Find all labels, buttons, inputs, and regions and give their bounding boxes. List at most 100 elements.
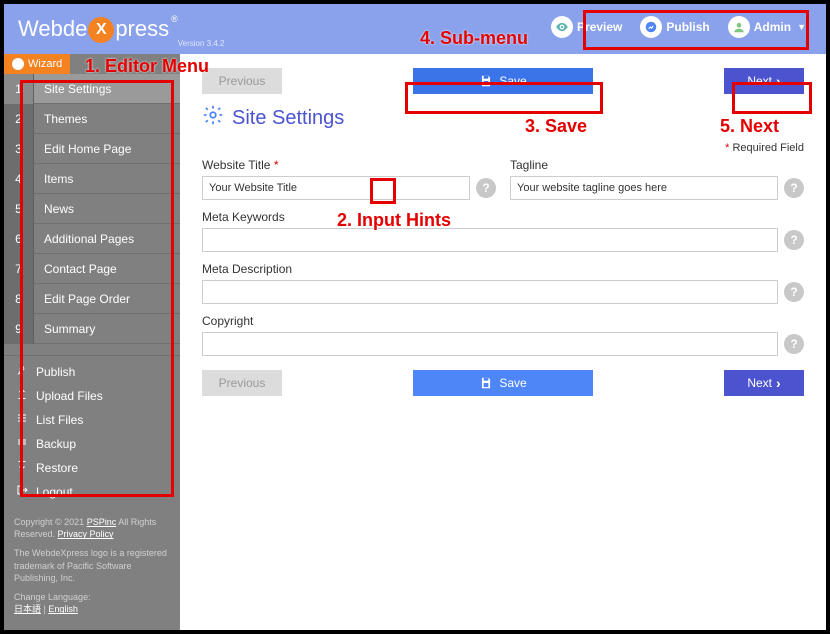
app-logo: Webde X press ® Version 3.4.2 bbox=[18, 16, 224, 42]
action-label: List Files bbox=[36, 413, 83, 427]
top-right-menu: Preview Publish Admin ▼ bbox=[545, 12, 812, 42]
step-label: Edit Home Page bbox=[34, 142, 131, 156]
step-number: 8 bbox=[4, 284, 34, 314]
step-label: Contact Page bbox=[34, 262, 117, 276]
list-icon bbox=[16, 412, 28, 427]
step-number: 1 bbox=[4, 74, 34, 104]
step-label: Site Settings bbox=[34, 82, 111, 96]
meta-keywords-input[interactable] bbox=[202, 228, 778, 252]
action-backup[interactable]: Backup bbox=[4, 432, 180, 456]
hint-icon[interactable]: ? bbox=[476, 178, 496, 198]
sidebar-item-edit-home-page[interactable]: 3Edit Home Page bbox=[4, 134, 180, 164]
meta-description-field: Meta Description ? bbox=[202, 262, 804, 304]
action-label: Restore bbox=[36, 461, 78, 475]
action-label: Backup bbox=[36, 437, 76, 451]
step-number: 9 bbox=[4, 314, 34, 344]
hint-icon[interactable]: ? bbox=[784, 334, 804, 354]
logo-text-right: press bbox=[115, 16, 169, 42]
step-label: Additional Pages bbox=[34, 232, 134, 246]
trademark-text: The WebdeXpress logo is a registered tra… bbox=[14, 547, 170, 585]
sidebar-item-themes[interactable]: 2Themes bbox=[4, 104, 180, 134]
page-title: Site Settings bbox=[232, 107, 344, 130]
save-button-top[interactable]: Save bbox=[413, 68, 593, 94]
step-label: Summary bbox=[34, 322, 95, 336]
logo-x-icon: X bbox=[88, 17, 114, 43]
sidebar-item-news[interactable]: 5News bbox=[4, 194, 180, 224]
main-area: Wizard 1Site Settings2Themes3Edit Home P… bbox=[4, 54, 826, 630]
restore-icon bbox=[16, 460, 28, 475]
step-number: 3 bbox=[4, 134, 34, 164]
wizard-steps: 1Site Settings2Themes3Edit Home Page4Ite… bbox=[4, 74, 180, 344]
step-label: Themes bbox=[34, 112, 87, 126]
step-label: Edit Page Order bbox=[34, 292, 130, 306]
tagline-label: Tagline bbox=[510, 158, 804, 172]
globe-icon bbox=[640, 16, 662, 38]
save-icon bbox=[479, 376, 493, 390]
preview-button[interactable]: Preview bbox=[545, 12, 628, 42]
sidebar: Wizard 1Site Settings2Themes3Edit Home P… bbox=[4, 54, 180, 630]
meta-description-input[interactable] bbox=[202, 280, 778, 304]
step-label: News bbox=[34, 202, 74, 216]
admin-menu[interactable]: Admin ▼ bbox=[722, 12, 812, 42]
bottom-button-row: Previous Save Next › bbox=[202, 370, 804, 396]
step-number: 6 bbox=[4, 224, 34, 254]
copyright-field: Copyright ? bbox=[202, 314, 804, 356]
action-label: Logout bbox=[36, 485, 73, 499]
wizard-dot-icon bbox=[12, 58, 24, 70]
lang-english[interactable]: English bbox=[48, 604, 78, 614]
next-label-top: Next bbox=[747, 74, 772, 88]
step-number: 5 bbox=[4, 194, 34, 224]
copyright-input[interactable] bbox=[202, 332, 778, 356]
lang-japanese[interactable]: 日本語 bbox=[14, 604, 41, 614]
action-publish[interactable]: Publish bbox=[4, 360, 180, 384]
action-label: Upload Files bbox=[36, 389, 103, 403]
logout-icon bbox=[16, 484, 28, 499]
page-title-row: Site Settings bbox=[202, 104, 804, 132]
previous-button-top: Previous bbox=[202, 68, 282, 94]
user-icon bbox=[728, 16, 750, 38]
website-title-input[interactable] bbox=[202, 176, 470, 200]
save-icon bbox=[479, 74, 493, 88]
step-label: Items bbox=[34, 172, 73, 186]
next-button-top[interactable]: Next › bbox=[724, 68, 804, 94]
hint-icon[interactable]: ? bbox=[784, 282, 804, 302]
action-logout[interactable]: Logout bbox=[4, 480, 180, 504]
logo-text-left: Webde bbox=[18, 16, 87, 42]
hint-icon[interactable]: ? bbox=[784, 178, 804, 198]
publish-label: Publish bbox=[666, 20, 709, 34]
rocket-icon bbox=[16, 364, 28, 379]
step-number: 2 bbox=[4, 104, 34, 134]
hint-icon[interactable]: ? bbox=[784, 230, 804, 250]
sidebar-item-items[interactable]: 4Items bbox=[4, 164, 180, 194]
gear-icon bbox=[202, 104, 224, 132]
backup-icon bbox=[16, 436, 28, 451]
website-title-field: Website Title * ? bbox=[202, 158, 496, 200]
step-number: 4 bbox=[4, 164, 34, 194]
save-label-bottom: Save bbox=[499, 376, 526, 390]
sidebar-item-site-settings[interactable]: 1Site Settings bbox=[4, 74, 180, 104]
step-number: 7 bbox=[4, 254, 34, 284]
website-title-label: Website Title bbox=[202, 158, 270, 172]
meta-keywords-label: Meta Keywords bbox=[202, 210, 804, 224]
action-upload-files[interactable]: Upload Files bbox=[4, 384, 180, 408]
sidebar-item-summary[interactable]: 9Summary bbox=[4, 314, 180, 344]
action-restore[interactable]: Restore bbox=[4, 456, 180, 480]
sidebar-footer: Copyright © 2021 PSPinc All Rights Reser… bbox=[4, 508, 180, 630]
privacy-link[interactable]: Privacy Policy bbox=[58, 529, 114, 539]
publish-button[interactable]: Publish bbox=[634, 12, 715, 42]
wizard-label: Wizard bbox=[28, 58, 62, 70]
sidebar-item-edit-page-order[interactable]: 8Edit Page Order bbox=[4, 284, 180, 314]
wizard-tab[interactable]: Wizard bbox=[4, 54, 70, 74]
tagline-input[interactable] bbox=[510, 176, 778, 200]
action-list-files[interactable]: List Files bbox=[4, 408, 180, 432]
pspinc-link[interactable]: PSPinc bbox=[87, 517, 117, 527]
next-button-bottom[interactable]: Next › bbox=[724, 370, 804, 396]
sidebar-item-additional-pages[interactable]: 6Additional Pages bbox=[4, 224, 180, 254]
sidebar-item-contact-page[interactable]: 7Contact Page bbox=[4, 254, 180, 284]
top-button-row: Previous Save Next › bbox=[202, 68, 804, 94]
chevron-right-icon: › bbox=[776, 73, 781, 89]
save-button-bottom[interactable]: Save bbox=[413, 370, 593, 396]
copyright-prefix: Copyright © 2021 bbox=[14, 517, 87, 527]
required-field-note: * Required Field bbox=[202, 142, 804, 154]
next-label-bottom: Next bbox=[747, 376, 772, 390]
